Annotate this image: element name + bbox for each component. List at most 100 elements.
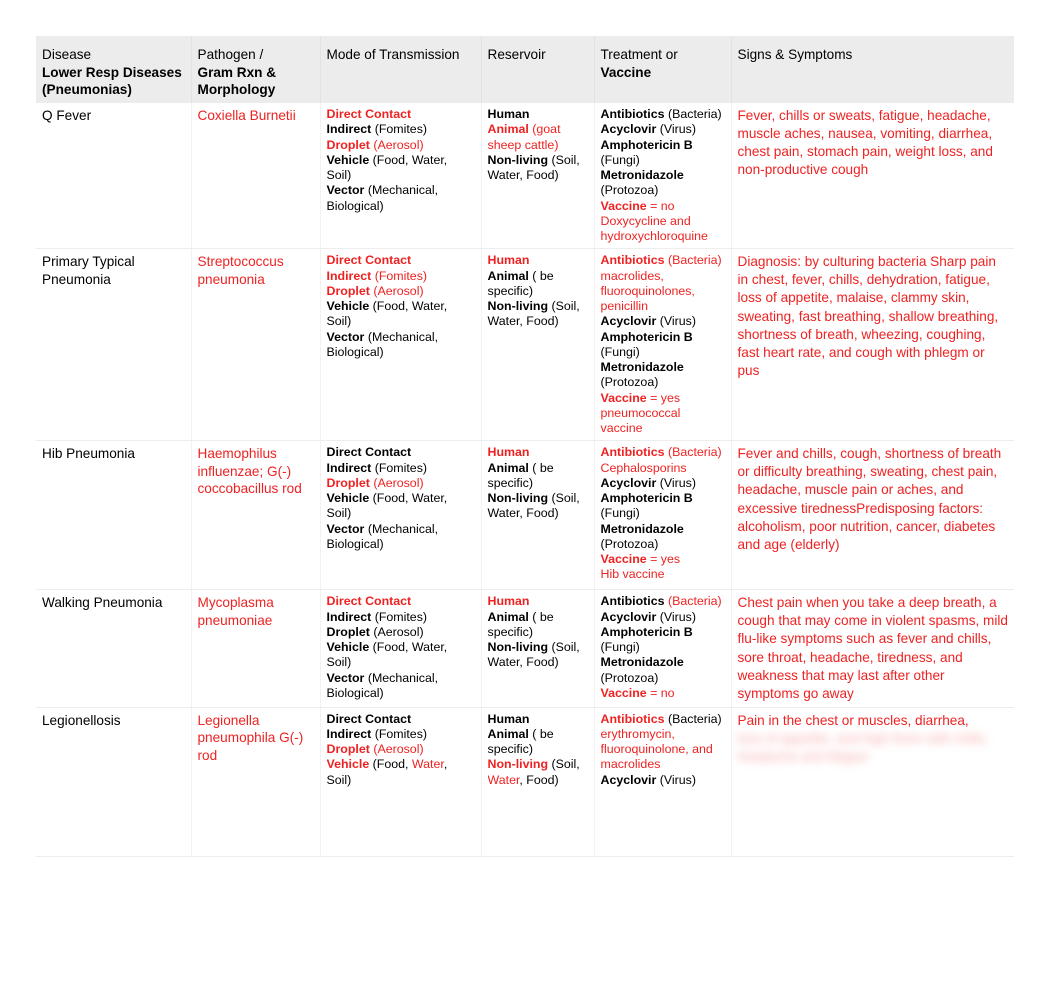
text-run: Acyclovir: [600, 475, 660, 490]
text-run: Biological): [326, 685, 384, 700]
column-header-line: Vaccine: [600, 64, 652, 80]
text-run: Vaccine: [600, 552, 651, 567]
mode-of-transmission-cell: Direct Contact Indirect (Fomites) Droplet …: [320, 589, 482, 708]
text-run: (Protozoa): [600, 375, 659, 390]
text-line: Human: [488, 107, 588, 122]
text-line: (Protozoa): [601, 537, 725, 552]
table-header-row: Disease Lower Resp Diseases (Pneumonias) Pa…: [36, 36, 1014, 104]
text-line: Vaccine = no: [601, 686, 725, 701]
text-line: Vector (Mechanical,: [327, 671, 475, 686]
text-line: Non-living (Soil,: [488, 491, 588, 506]
text-line: Human: [488, 445, 588, 460]
table-row: Walking Pneumonia Mycoplasma pneumoniae Di…: [36, 589, 1014, 708]
text-line: Direct Contact: [327, 445, 475, 460]
text-line: Vector (Mechanical,: [327, 330, 475, 345]
text-line: Hib vaccine: [601, 567, 725, 582]
text-line: Water, Food): [488, 314, 588, 329]
text-run: pneumococcal vaccine: [600, 405, 681, 436]
text-run: (Bacteria): [667, 711, 722, 726]
text-run: Direct Contact: [326, 107, 412, 122]
text-line: Animal (goat: [488, 122, 588, 137]
reservoir-cell-content: Human Animal (goat sheep cattle) Non-living…: [488, 107, 588, 183]
text-run: Droplet: [326, 283, 374, 298]
signs-and-symptoms-cell: Chest pain when you take a deep breath, …: [731, 589, 1014, 708]
text-run: Human: [487, 594, 530, 609]
symptoms-text: Chest pain when you take a deep breath, …: [737, 595, 1008, 701]
text-line: Droplet (Aerosol): [327, 284, 475, 299]
text-run: Indirect: [326, 609, 375, 624]
text-run: (Aerosol): [373, 742, 424, 757]
text-run: Acyclovir: [600, 122, 660, 137]
reservoir-cell-content: Human Animal ( be specific) Non-living (Soi…: [488, 253, 588, 329]
signs-and-symptoms-cell: Fever, chills or sweats, fatigue, headac…: [731, 103, 1014, 250]
table-row: Q Fever Coxiella Burnetii Direct Contact In…: [36, 103, 1014, 250]
symptoms-text: Fever, chills or sweats, fatigue, headac…: [737, 108, 993, 178]
text-run: = yes: [650, 552, 681, 567]
text-run: Vaccine: [600, 390, 651, 405]
text-line: Antibiotics (Bacteria): [601, 712, 725, 727]
text-run: (Bacteria): [667, 107, 722, 122]
text-run: (Fomites): [374, 460, 428, 475]
text-line: Indirect (Fomites): [327, 122, 475, 137]
text-run: Doxycycline and: [600, 213, 691, 228]
text-line: Indirect (Fomites): [327, 461, 475, 476]
text-line: Water, Food): [488, 168, 588, 183]
text-run: Indirect: [326, 268, 375, 283]
reservoir-cell-content: Human Animal ( be specific) Non-living (Soi…: [488, 594, 588, 670]
disease-name: Walking Pneumonia: [42, 595, 163, 611]
text-run: Human: [487, 445, 530, 460]
text-line: Antibiotics (Bacteria): [601, 445, 725, 460]
text-run: Antibiotics: [600, 445, 668, 460]
text-run: Droplet: [326, 475, 374, 490]
text-line: Antibiotics (Bacteria): [601, 107, 725, 122]
text-run: Antibiotics: [600, 253, 668, 268]
text-run: (Fomites): [374, 609, 428, 624]
text-line: Droplet (Aerosol): [327, 476, 475, 491]
text-run: Water: [411, 757, 444, 772]
text-run: Antibiotics: [600, 594, 668, 609]
text-line: Human: [488, 712, 588, 727]
text-run: ( be: [532, 726, 554, 741]
mode-of-transmission-cell-content: Direct Contact Indirect (Fomites) Droplet …: [327, 253, 475, 360]
text-run: (Aerosol): [373, 137, 424, 152]
text-run: specific): [487, 742, 533, 757]
text-run: Animal: [487, 268, 533, 283]
text-run: Non-living: [487, 152, 552, 167]
text-run: Human: [487, 107, 530, 122]
text-run: Human: [487, 253, 530, 268]
text-line: Metronidazole: [601, 360, 725, 375]
text-run: ( be: [532, 268, 554, 283]
text-line: Water, Food): [488, 773, 588, 788]
reservoir-cell: Human Animal (goat sheep cattle) Non-living…: [481, 103, 595, 250]
column-header-3: Reservoir: [481, 36, 595, 104]
text-line: (Protozoa): [601, 183, 725, 198]
column-header-line: Mode of Transmission: [326, 47, 460, 62]
text-line: Amphotericin B (Fungi): [601, 330, 725, 361]
text-run: Droplet: [326, 624, 374, 639]
column-header-line: Gram Rxn &: [197, 64, 277, 80]
text-line: Animal ( be: [488, 727, 588, 742]
column-header-line: Signs & Symptoms: [737, 47, 853, 62]
text-run: Vehicle: [326, 757, 373, 772]
text-run: (Virus): [659, 314, 696, 329]
pathogen-cell: Mycoplasma pneumoniae: [191, 589, 321, 708]
text-line: Biological): [327, 345, 475, 360]
text-run: (Fomites): [374, 726, 428, 741]
mode-of-transmission-cell: Direct Contact Indirect (Fomites) Droplet …: [320, 707, 482, 857]
text-line: Amphotericin B (Fungi): [601, 491, 725, 522]
text-line: Doxycycline and: [601, 214, 725, 229]
text-line: Metronidazole: [601, 655, 725, 670]
disease-name: Q Fever: [42, 108, 92, 124]
column-header-5: Signs & Symptoms: [731, 36, 1014, 104]
text-run: Non-living: [487, 299, 552, 314]
column-header-line: (Pneumonias): [42, 82, 132, 98]
text-line: specific): [488, 476, 588, 491]
symptoms-text: Diagnosis: by culturing bacteria Sharp p…: [737, 254, 999, 378]
reservoir-cell: Human Animal ( be specific) Non-living (Soi…: [481, 589, 595, 708]
text-run: Direct Contact: [326, 445, 412, 460]
treatment-or-vaccine-cell: Antibiotics (Bacteria) Acyclovir (Virus) A…: [594, 589, 732, 708]
text-run: Direct Contact: [326, 253, 412, 268]
text-line: erythromycin,: [601, 727, 725, 742]
text-line: Direct Contact: [327, 253, 475, 268]
text-run: Water, Food): [487, 506, 559, 521]
